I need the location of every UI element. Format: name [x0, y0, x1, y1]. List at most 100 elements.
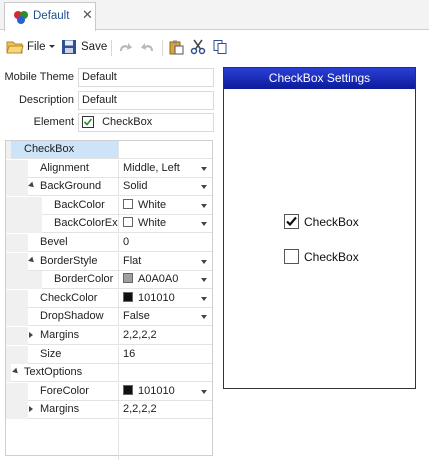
toolbar: File Save: [0, 31, 429, 63]
collapse-arrow-icon[interactable]: [28, 256, 36, 265]
property-value[interactable]: Middle, Left: [118, 160, 212, 177]
property-value[interactable]: [118, 141, 212, 158]
theme-app-icon: [14, 11, 28, 24]
dropdown-arrow-icon[interactable]: [201, 204, 207, 208]
property-value[interactable]: White: [118, 215, 212, 232]
element-field[interactable]: CheckBox: [78, 113, 214, 132]
file-menu-label: File: [27, 41, 46, 53]
dropdown-arrow-icon[interactable]: [201, 185, 207, 189]
property-row[interactable]: Alignment Middle, Left: [6, 160, 212, 178]
property-value[interactable]: False: [118, 308, 212, 325]
property-name: TextOptions: [24, 366, 83, 378]
property-value-text: False: [123, 310, 150, 322]
property-row[interactable]: DropShadow False: [6, 308, 212, 326]
checkmark-icon: [83, 118, 93, 126]
preview-checkbox-unchecked[interactable]: CheckBox: [284, 249, 359, 264]
property-name: CheckColor: [40, 292, 98, 304]
row-indent: [6, 383, 28, 401]
property-row[interactable]: BackColorEx White: [6, 215, 212, 233]
collapse-arrow-icon[interactable]: [12, 367, 20, 376]
mobile-theme-label: Mobile Theme: [4, 71, 75, 83]
floppy-disk-icon: [62, 40, 76, 54]
property-value[interactable]: [118, 364, 212, 381]
property-row[interactable]: CheckColor 101010: [6, 290, 212, 308]
property-row[interactable]: BackColor White: [6, 197, 212, 215]
dropdown-arrow-icon[interactable]: [201, 222, 207, 226]
property-row[interactable]: CheckBox: [6, 141, 212, 159]
copy-button[interactable]: [212, 36, 228, 58]
redo-button[interactable]: [117, 36, 133, 58]
row-indent: [6, 197, 42, 215]
property-name: BackColor: [54, 199, 105, 211]
dropdown-arrow-icon[interactable]: [201, 315, 207, 319]
property-row[interactable]: Bevel 0: [6, 234, 212, 252]
property-value[interactable]: Flat: [118, 253, 212, 270]
cut-button[interactable]: [190, 36, 206, 58]
row-indent: [6, 178, 28, 196]
tab-label: Default: [33, 10, 70, 22]
file-menu-button[interactable]: File: [6, 36, 56, 58]
property-row[interactable]: Size 16: [6, 346, 212, 364]
property-row[interactable]: BackGround Solid: [6, 178, 212, 196]
element-checkbox[interactable]: [82, 116, 94, 129]
preview-title: CheckBox Settings: [224, 68, 415, 89]
close-tab-icon[interactable]: ✕: [82, 8, 93, 22]
dropdown-arrow-icon[interactable]: [201, 390, 207, 394]
checkbox-preview-panel: CheckBox Settings CheckBox CheckBox: [223, 67, 416, 389]
property-row[interactable]: ForeColor 101010: [6, 383, 212, 401]
row-indent: [6, 346, 28, 364]
property-name: BackGround: [40, 180, 102, 192]
property-value[interactable]: A0A0A0: [118, 271, 212, 288]
dropdown-arrow-icon[interactable]: [201, 260, 207, 264]
dropdown-arrow-icon[interactable]: [201, 297, 207, 301]
property-row[interactable]: TextOptions: [6, 364, 212, 382]
property-row[interactable]: Margins 2,2,2,2: [6, 401, 212, 419]
property-value-text: 2,2,2,2: [123, 403, 157, 415]
color-swatch: [123, 199, 133, 210]
save-button[interactable]: Save: [61, 36, 107, 58]
redo-icon: [120, 43, 132, 51]
row-indent: [6, 160, 28, 178]
property-value[interactable]: 16: [118, 346, 212, 363]
property-name: Margins: [40, 403, 80, 415]
checkmark-icon: [286, 216, 297, 227]
checkbox-box[interactable]: [284, 249, 299, 264]
property-value[interactable]: 101010: [118, 383, 212, 400]
property-name: DropShadow: [40, 310, 104, 322]
expand-arrow-icon[interactable]: [29, 406, 33, 412]
paste-button[interactable]: [168, 36, 184, 58]
dropdown-arrow-icon[interactable]: [201, 167, 207, 171]
property-value[interactable]: Solid: [118, 178, 212, 195]
description-field[interactable]: Default: [78, 91, 214, 110]
preview-checkbox-checked[interactable]: CheckBox: [284, 214, 359, 229]
property-value[interactable]: 101010: [118, 290, 212, 307]
property-value-text: 101010: [138, 292, 175, 304]
preview-checkbox-label: CheckBox: [304, 249, 359, 264]
property-value-text: Middle, Left: [123, 162, 180, 174]
property-row[interactable]: BorderStyle Flat: [6, 253, 212, 271]
property-value-text: 16: [123, 348, 136, 360]
dropdown-arrow-icon[interactable]: [201, 278, 207, 282]
property-value-text: 2,2,2,2: [123, 329, 157, 341]
property-value[interactable]: White: [118, 197, 212, 214]
row-indent: [6, 308, 28, 326]
property-value-text: 0: [123, 236, 130, 248]
collapse-arrow-icon[interactable]: [28, 181, 36, 190]
row-indent: [6, 234, 28, 252]
mobile-theme-field[interactable]: Default: [78, 68, 214, 87]
property-value[interactable]: 2,2,2,2: [118, 327, 212, 344]
checkbox-box[interactable]: [284, 214, 299, 229]
tab-default[interactable]: Default ✕: [4, 2, 96, 31]
property-value[interactable]: 2,2,2,2: [118, 401, 212, 418]
row-indent: [6, 271, 42, 289]
property-grid: CheckBox Alignment Middle, Left BackGround S…: [5, 140, 213, 460]
property-row[interactable]: BorderColor A0A0A0: [6, 271, 212, 289]
property-value[interactable]: 0: [118, 234, 212, 251]
row-indent: [6, 327, 28, 345]
undo-button[interactable]: [140, 36, 156, 58]
paste-icon: [169, 40, 184, 55]
property-row[interactable]: Margins 2,2,2,2: [6, 327, 212, 345]
expand-arrow-icon[interactable]: [29, 332, 33, 338]
property-name: Alignment: [40, 162, 89, 174]
property-name: Margins: [40, 329, 80, 341]
